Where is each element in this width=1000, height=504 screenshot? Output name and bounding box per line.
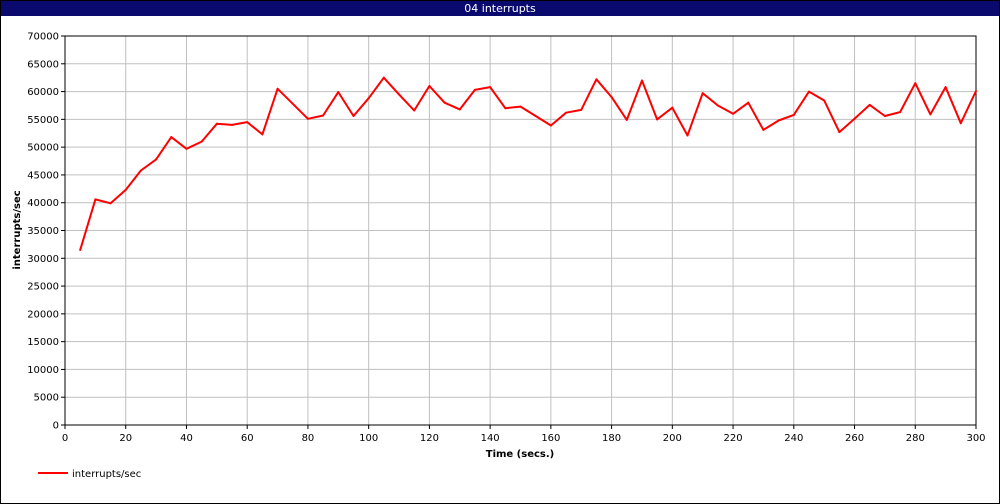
data-point bbox=[899, 111, 902, 114]
data-point bbox=[549, 124, 552, 127]
data-point bbox=[215, 122, 218, 125]
y-tick-label: 65000 bbox=[27, 59, 59, 70]
x-tick-label: 240 bbox=[784, 433, 803, 444]
y-tick-label: 45000 bbox=[27, 170, 59, 181]
data-point bbox=[914, 82, 917, 85]
data-point bbox=[246, 121, 249, 124]
data-point bbox=[732, 112, 735, 115]
x-tick-label: 20 bbox=[119, 433, 132, 444]
data-point bbox=[473, 88, 476, 91]
data-point bbox=[807, 90, 810, 93]
data-point bbox=[322, 114, 325, 117]
data-point bbox=[853, 117, 856, 120]
x-axis-ticks: 0 20 40 60 80 100 120 140 160 180 200 220 240 260 280 3… bbox=[62, 425, 986, 444]
y-tick-label: 35000 bbox=[27, 226, 59, 237]
data-point bbox=[610, 96, 613, 99]
data-point bbox=[656, 118, 659, 121]
data-point bbox=[625, 118, 628, 121]
data-point bbox=[671, 106, 674, 109]
data-point bbox=[458, 108, 461, 111]
data-point bbox=[443, 101, 446, 104]
data-point bbox=[701, 92, 704, 95]
data-point bbox=[155, 158, 158, 161]
data-point bbox=[170, 136, 173, 139]
x-tick-label: 220 bbox=[724, 433, 743, 444]
data-point bbox=[716, 104, 719, 107]
y-axis-ticks: 0 5000 10000 15000 20000 25000 30000 35000 40000… bbox=[27, 32, 65, 432]
data-point bbox=[185, 147, 188, 150]
data-point bbox=[398, 93, 401, 96]
data-point bbox=[747, 101, 750, 104]
data-point bbox=[534, 115, 537, 118]
interrupts-chart: 0 5000 10000 15000 20000 25000 30000 35000 40000… bbox=[12, 32, 986, 481]
data-point bbox=[382, 76, 385, 79]
y-tick-label: 20000 bbox=[27, 309, 59, 320]
data-point bbox=[276, 87, 279, 90]
legend-label: interrupts/sec bbox=[72, 469, 141, 480]
x-axis-label: Time (secs.) bbox=[486, 449, 555, 460]
y-tick-label: 50000 bbox=[27, 143, 59, 154]
data-point bbox=[565, 111, 568, 114]
x-tick-label: 280 bbox=[906, 433, 925, 444]
data-point bbox=[337, 91, 340, 94]
y-tick-label: 40000 bbox=[27, 198, 59, 209]
x-tick-label: 260 bbox=[845, 433, 864, 444]
y-tick-label: 25000 bbox=[27, 282, 59, 293]
data-point bbox=[413, 109, 416, 112]
data-point bbox=[777, 119, 780, 122]
data-point bbox=[595, 78, 598, 81]
data-point bbox=[261, 133, 264, 136]
data-point bbox=[200, 140, 203, 143]
data-point bbox=[640, 79, 643, 82]
data-point bbox=[504, 107, 507, 110]
y-tick-label: 5000 bbox=[34, 393, 59, 404]
data-point bbox=[823, 99, 826, 102]
data-point bbox=[291, 102, 294, 105]
y-tick-label: 0 bbox=[53, 421, 59, 432]
x-tick-label: 200 bbox=[663, 433, 682, 444]
x-tick-label: 80 bbox=[302, 433, 315, 444]
x-tick-label: 180 bbox=[602, 433, 621, 444]
data-point bbox=[79, 248, 82, 251]
data-point bbox=[489, 86, 492, 89]
x-tick-label: 160 bbox=[541, 433, 560, 444]
data-point bbox=[94, 198, 97, 201]
y-tick-label: 70000 bbox=[27, 32, 59, 43]
x-tick-label: 0 bbox=[62, 433, 68, 444]
data-point bbox=[792, 113, 795, 116]
x-tick-label: 100 bbox=[359, 433, 378, 444]
data-point bbox=[959, 122, 962, 125]
x-tick-label: 120 bbox=[420, 433, 439, 444]
x-tick-label: 140 bbox=[481, 433, 500, 444]
y-tick-label: 30000 bbox=[27, 254, 59, 265]
data-point bbox=[686, 134, 689, 137]
data-point bbox=[428, 85, 431, 88]
data-point bbox=[306, 117, 309, 120]
legend: interrupts/sec bbox=[38, 469, 141, 480]
data-point bbox=[838, 131, 841, 134]
data-point bbox=[868, 103, 871, 106]
x-tick-label: 60 bbox=[241, 433, 254, 444]
data-point bbox=[519, 105, 522, 108]
y-tick-label: 55000 bbox=[27, 115, 59, 126]
x-tick-label: 40 bbox=[180, 433, 193, 444]
data-point bbox=[883, 115, 886, 118]
data-point bbox=[367, 97, 370, 100]
data-point bbox=[762, 128, 765, 131]
x-tick-label: 300 bbox=[966, 433, 985, 444]
y-tick-label: 15000 bbox=[27, 337, 59, 348]
data-point bbox=[929, 113, 932, 116]
data-point bbox=[352, 115, 355, 118]
y-tick-label: 60000 bbox=[27, 87, 59, 98]
data-point bbox=[975, 90, 977, 93]
y-tick-label: 10000 bbox=[27, 365, 59, 376]
data-point bbox=[944, 86, 947, 89]
data-point bbox=[231, 123, 234, 126]
y-axis-label: interrupts/sec bbox=[12, 190, 23, 269]
data-point bbox=[124, 188, 127, 191]
data-point bbox=[580, 108, 583, 111]
data-point bbox=[109, 202, 112, 205]
data-point bbox=[139, 169, 142, 172]
